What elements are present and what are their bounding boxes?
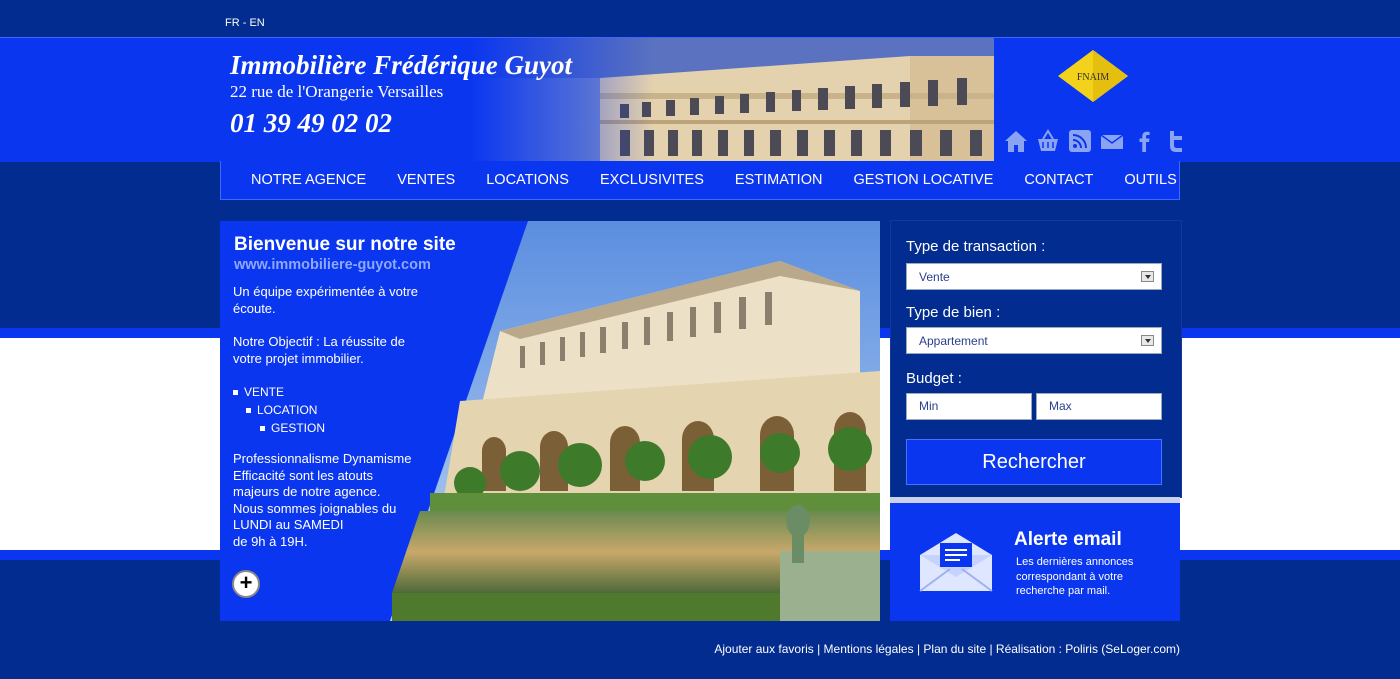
nav-outils[interactable]: OUTILS xyxy=(1109,172,1192,188)
budget-max-input[interactable]: Max xyxy=(1036,393,1162,420)
search-form: Type de transaction : Vente Type de bien… xyxy=(890,220,1182,498)
alert-text: Les dernières annonces correspondant à v… xyxy=(1016,556,1134,597)
list-item: GESTION xyxy=(260,421,325,435)
footer-separator: | xyxy=(913,642,924,656)
facebook-icon[interactable] xyxy=(1131,128,1157,154)
nav-gestion-locative[interactable]: GESTION LOCATIVE xyxy=(838,172,1009,188)
twitter-icon[interactable] xyxy=(1163,128,1189,154)
hours-line: de 9h à 19H. xyxy=(233,533,308,549)
basket-icon[interactable] xyxy=(1035,128,1061,154)
budget-label: Budget : xyxy=(906,370,962,387)
nav-estimation[interactable]: ESTIMATION xyxy=(719,172,838,188)
list-item-label: VENTE xyxy=(244,385,285,399)
top-band xyxy=(0,0,1400,38)
chevron-down-icon[interactable] xyxy=(1141,335,1154,346)
bien-value: Appartement xyxy=(919,334,988,348)
search-button[interactable]: Rechercher xyxy=(906,439,1162,485)
fnaim-logo[interactable]: FNAIM xyxy=(1058,50,1128,102)
list-item: VENTE xyxy=(233,385,284,399)
hours-line: Professionnalisme Dynamisme xyxy=(233,451,412,466)
welcome-text-hours: Professionnalisme Dynamisme Efficacité s… xyxy=(233,451,453,550)
hours-line: LUNDI au SAMEDI xyxy=(233,517,344,532)
hours-line: Efficacité sont les atouts xyxy=(233,467,373,483)
footer-separator: | xyxy=(813,642,824,656)
hours-line: majeurs de notre agence. xyxy=(233,484,381,499)
email-alert-panel[interactable]: Alerte email Les dernières annonces corr… xyxy=(890,503,1180,621)
nav-ventes[interactable]: VENTES xyxy=(382,172,471,188)
agency-phone: 01 39 49 02 02 xyxy=(230,108,392,138)
chevron-down-icon[interactable] xyxy=(1141,271,1154,282)
fnaim-label: FNAIM xyxy=(1077,72,1109,83)
agency-name[interactable]: Immobilière Frédérique Guyot xyxy=(230,50,572,81)
footer-sitemap-link[interactable]: Plan du site xyxy=(923,642,986,656)
language-switch[interactable]: FR - EN xyxy=(225,17,265,29)
welcome-title: Bienvenue sur notre site xyxy=(234,234,456,255)
footer-credits-link[interactable]: Réalisation : Poliris (SeLoger.com) xyxy=(996,642,1180,656)
transaction-select[interactable]: Vente xyxy=(906,263,1162,290)
hours-line: Nous sommes joignables du xyxy=(233,500,397,516)
budget-min-input[interactable]: Min xyxy=(906,393,1032,420)
list-item-label: GESTION xyxy=(271,421,326,435)
home-icon[interactable] xyxy=(1003,128,1029,154)
footer-favorites-link[interactable]: Ajouter aux favoris xyxy=(714,642,813,656)
transaction-value: Vente xyxy=(919,270,950,284)
footer-separator: | xyxy=(986,642,996,656)
agency-address: 22 rue de l'Orangerie Versailles xyxy=(230,82,444,101)
envelope-icon xyxy=(919,533,993,592)
mail-icon[interactable] xyxy=(1099,128,1125,154)
footer-links: Ajouter aux favoris | Mentions légales |… xyxy=(714,642,1180,656)
welcome-url[interactable]: www.immobiliere-guyot.com xyxy=(234,257,431,273)
nav-exclusivites[interactable]: EXCLUSIVITES xyxy=(584,172,719,188)
brand-block: Immobilière Frédérique Guyot 22 rue de l… xyxy=(230,50,572,139)
nav-notre-agence[interactable]: NOTRE AGENCE xyxy=(221,172,382,188)
welcome-text-team: Un équipe expérimentée à votre écoute. xyxy=(233,284,419,316)
list-item-label: LOCATION xyxy=(257,403,318,417)
social-icons xyxy=(1003,128,1189,154)
nav-contact[interactable]: CONTACT xyxy=(1009,172,1109,188)
list-item: LOCATION xyxy=(246,403,317,417)
rss-icon[interactable] xyxy=(1067,128,1093,154)
main-nav: NOTRE AGENCE VENTES LOCATIONS EXCLUSIVIT… xyxy=(220,161,1180,200)
bien-label: Type de bien : xyxy=(906,304,1001,321)
more-button[interactable]: + xyxy=(232,570,260,598)
welcome-panel: Bienvenue sur notre site www.immobiliere… xyxy=(220,221,880,621)
alert-title: Alerte email xyxy=(1014,529,1122,550)
welcome-text-objective: Notre Objectif : La réussite de votre pr… xyxy=(233,334,405,366)
footer-legal-link[interactable]: Mentions légales xyxy=(824,642,914,656)
bien-select[interactable]: Appartement xyxy=(906,327,1162,354)
nav-locations[interactable]: LOCATIONS xyxy=(471,172,585,188)
transaction-label: Type de transaction : xyxy=(906,238,1046,255)
